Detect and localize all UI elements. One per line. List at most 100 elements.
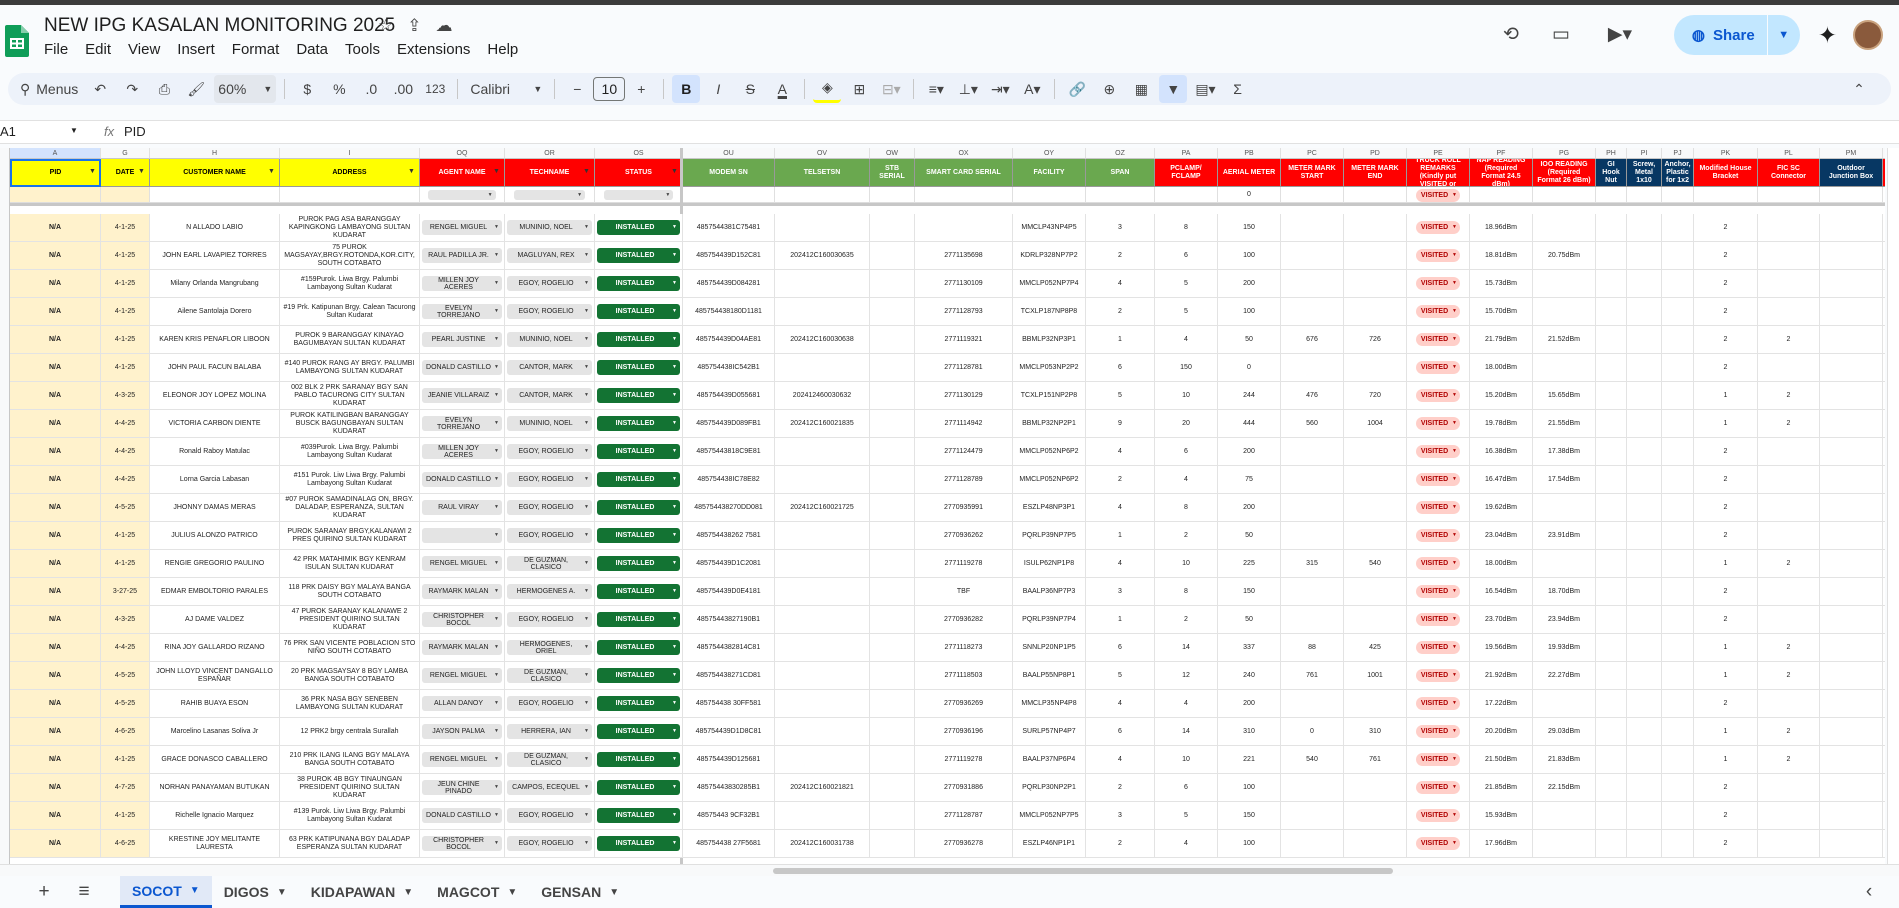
table-cell[interactable]: N/A <box>10 354 101 382</box>
agent-dropdown[interactable]: ▼ <box>422 528 502 543</box>
table-cell[interactable]: DONALD CASTILLO ▼ <box>420 354 505 382</box>
table-cell[interactable]: EGOY, ROGELIO ▼ <box>505 270 595 298</box>
remarks-chip[interactable]: VISITED ▼ <box>1416 809 1460 822</box>
table-cell[interactable]: 21.52dBm <box>1533 326 1596 354</box>
table-cell[interactable] <box>1883 578 1885 606</box>
table-cell[interactable] <box>1662 662 1694 690</box>
table-cell[interactable] <box>1596 634 1627 662</box>
table-cell[interactable]: 1 <box>1694 410 1758 438</box>
table-cell[interactable]: 310 <box>1344 718 1407 746</box>
table-cell[interactable]: KAREN KRIS PENAFLOR LIBOON <box>150 326 280 354</box>
table-cell[interactable]: 202412C160030638 <box>775 326 870 354</box>
paint-format-icon[interactable]: 🖌 <box>182 75 210 103</box>
filter-cell[interactable]: 0 <box>1218 187 1281 203</box>
table-cell[interactable]: N/A <box>10 606 101 634</box>
table-cell[interactable] <box>775 578 870 606</box>
table-cell[interactable] <box>775 270 870 298</box>
table-cell[interactable] <box>1883 270 1885 298</box>
table-cell[interactable]: 5 <box>1086 662 1155 690</box>
table-cell[interactable]: CHRISTOPHER BOCOL ▼ <box>420 830 505 858</box>
table-cell[interactable]: MILLEN JOY ACERES ▼ <box>420 270 505 298</box>
table-cell[interactable]: 485754439D152C81 <box>683 242 775 270</box>
table-cell[interactable] <box>1662 354 1694 382</box>
table-cell[interactable]: 21.55dBm <box>1533 410 1596 438</box>
agent-dropdown[interactable]: JEUN CHINE PINADO ▼ <box>422 780 502 795</box>
table-cell[interactable]: #140 PUROK RANG AY BRGY. PALUMBI LAMBAYO… <box>280 354 420 382</box>
table-cell[interactable]: 3 <box>1086 214 1155 242</box>
menus-search[interactable]: ⚲ Menus <box>16 75 82 103</box>
table-cell[interactable] <box>870 830 915 858</box>
table-cell[interactable] <box>1281 438 1344 466</box>
table-cell[interactable] <box>1281 466 1344 494</box>
table-cell[interactable]: 200 <box>1218 270 1281 298</box>
table-cell[interactable]: 2771130129 <box>915 382 1013 410</box>
table-cell[interactable]: 2 <box>1694 214 1758 242</box>
table-cell[interactable] <box>1662 802 1694 830</box>
table-cell[interactable]: 540 <box>1281 746 1344 774</box>
table-cell[interactable] <box>1627 438 1662 466</box>
table-cell[interactable]: EGOY, ROGELIO ▼ <box>505 802 595 830</box>
table-cell[interactable]: VISITED ▼ <box>1407 298 1470 326</box>
table-cell[interactable] <box>870 634 915 662</box>
table-cell[interactable]: 18.00dBm <box>1470 550 1533 578</box>
table-cell[interactable]: ELEONOR JOY LOPEZ MOLINA <box>150 382 280 410</box>
filter-cell[interactable]: VISITED ▼ <box>1407 187 1470 203</box>
table-cell[interactable]: 9 <box>1086 410 1155 438</box>
table-cell[interactable]: 20.75dBm <box>1533 242 1596 270</box>
table-cell[interactable] <box>1758 466 1820 494</box>
table-cell[interactable]: VISITED ▼ <box>1407 382 1470 410</box>
field-header-pa[interactable]: PCLAMP/ FCLAMP <box>1155 159 1218 187</box>
table-cell[interactable]: N/A <box>10 774 101 802</box>
table-cell[interactable] <box>1344 354 1407 382</box>
table-cell[interactable]: 1 <box>1694 550 1758 578</box>
table-cell[interactable]: N/A <box>10 578 101 606</box>
table-cell[interactable]: 75 <box>1218 466 1281 494</box>
table-cell[interactable]: 42 PRK MATAHIMIK BGY KENRAM ISULAN SULTA… <box>280 550 420 578</box>
technician-dropdown[interactable]: MAGLUYAN, REX ▼ <box>507 248 592 263</box>
table-cell[interactable]: 2771130109 <box>915 270 1013 298</box>
table-cell[interactable]: 2771124479 <box>915 438 1013 466</box>
table-cell[interactable]: 20 <box>1155 410 1218 438</box>
field-header-ph[interactable]: GI Hook Nut <box>1596 159 1627 187</box>
agent-dropdown[interactable]: RENGEL MIGUEL ▼ <box>422 220 502 235</box>
table-cell[interactable] <box>1627 410 1662 438</box>
table-cell[interactable] <box>1662 466 1694 494</box>
table-cell[interactable] <box>1662 494 1694 522</box>
table-cell[interactable]: 6 <box>1086 354 1155 382</box>
table-cell[interactable]: 23.04dBm <box>1470 522 1533 550</box>
table-cell[interactable]: 100 <box>1218 830 1281 858</box>
table-cell[interactable]: 2771118273 <box>915 634 1013 662</box>
table-cell[interactable] <box>1883 830 1885 858</box>
table-cell[interactable]: RENGEL MIGUEL ▼ <box>420 662 505 690</box>
filter-cell[interactable] <box>1281 187 1344 203</box>
table-cell[interactable]: 17.38dBm <box>1533 438 1596 466</box>
table-cell[interactable] <box>775 746 870 774</box>
table-cell[interactable] <box>1883 326 1885 354</box>
menu-format[interactable]: Format <box>232 41 280 58</box>
table-cell[interactable] <box>775 690 870 718</box>
table-cell[interactable]: 4-4-25 <box>101 410 150 438</box>
table-cell[interactable]: 2771128781 <box>915 354 1013 382</box>
table-cell[interactable]: INSTALLED ▼ <box>595 550 683 578</box>
table-cell[interactable]: 2771128787 <box>915 802 1013 830</box>
column-filter-icon[interactable]: ▼ <box>89 168 96 175</box>
table-cell[interactable] <box>1883 522 1885 550</box>
column-header-oz[interactable]: OZ <box>1086 148 1155 159</box>
field-header-pc[interactable]: METER MARK START <box>1281 159 1344 187</box>
table-cell[interactable] <box>1344 774 1407 802</box>
field-header-pi[interactable]: Screw, Metal 1x10 <box>1627 159 1662 187</box>
column-header-pc[interactable]: PC <box>1281 148 1344 159</box>
table-cell[interactable] <box>1820 466 1883 494</box>
filter-cell[interactable] <box>775 187 870 203</box>
table-cell[interactable]: EGOY, ROGELIO ▼ <box>505 690 595 718</box>
table-cell[interactable]: 4-4-25 <box>101 466 150 494</box>
table-cell[interactable]: 2 <box>1758 634 1820 662</box>
remarks-chip[interactable]: VISITED ▼ <box>1416 725 1460 738</box>
sheet-tab-magcot[interactable]: MAGCOT ▼ <box>425 876 529 908</box>
table-cell[interactable] <box>1596 242 1627 270</box>
table-cell[interactable]: 23.70dBm <box>1470 606 1533 634</box>
table-cell[interactable]: BBMLP32NP2P1 <box>1013 410 1086 438</box>
table-cell[interactable]: 0 <box>1218 354 1281 382</box>
table-cell[interactable]: 4-6-25 <box>101 718 150 746</box>
remarks-chip[interactable]: VISITED ▼ <box>1416 249 1460 262</box>
